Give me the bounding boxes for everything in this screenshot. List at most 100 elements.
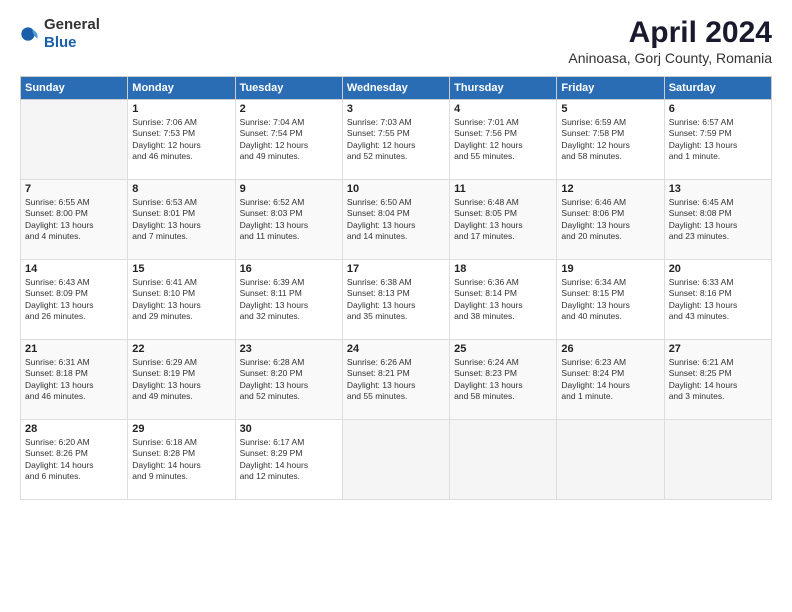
day-cell: 17 Sunrise: 6:38 AM Sunset: 8:13 PM Dayli…: [342, 260, 449, 340]
day-number: 21: [25, 343, 123, 355]
week-row-5: 28Sunrise: 6:20 AM Sunset: 8:26 PM Dayli…: [21, 420, 772, 500]
day-cell: 19 Sunrise: 6:34 AM Sunset: 8:15 PM Dayli…: [557, 260, 664, 340]
day-number: 12: [561, 183, 659, 195]
day-number: 17: [347, 263, 445, 275]
day-number: 4: [454, 103, 552, 115]
day-header-wednesday: Wednesday: [342, 77, 449, 100]
day-cell: 25Sunrise: 6:24 AM Sunset: 8:23 PM Dayli…: [450, 340, 557, 420]
day-number: 14: [25, 263, 123, 275]
day-cell: 10 Sunrise: 6:50 AM Sunset: 8:04 PM Dayli…: [342, 180, 449, 260]
day-info: Sunrise: 7:04 AM Sunset: 7:54 PM Dayligh…: [240, 117, 338, 163]
day-cell: [557, 420, 664, 500]
day-cell: 29 Sunrise: 6:18 AM Sunset: 8:28 PM Dayli…: [128, 420, 235, 500]
day-number: 1: [132, 103, 230, 115]
day-info: Sunrise: 7:06 AM Sunset: 7:53 PM Dayligh…: [132, 117, 230, 163]
calendar-page: General Blue April 2024 Aninoasa, Gorj C…: [0, 0, 792, 612]
day-cell: 15 Sunrise: 6:41 AM Sunset: 8:10 PM Dayli…: [128, 260, 235, 340]
day-number: 13: [669, 183, 767, 195]
day-header-sunday: Sunday: [21, 77, 128, 100]
day-number: 26: [561, 343, 659, 355]
day-info: Sunrise: 6:20 AM Sunset: 8:26 PM Dayligh…: [25, 437, 123, 483]
day-cell: 9 Sunrise: 6:52 AM Sunset: 8:03 PM Daylig…: [235, 180, 342, 260]
day-number: 10: [347, 183, 445, 195]
day-number: 2: [240, 103, 338, 115]
day-header-friday: Friday: [557, 77, 664, 100]
day-number: 29: [132, 423, 230, 435]
day-cell: 13 Sunrise: 6:45 AM Sunset: 8:08 PM Dayli…: [664, 180, 771, 260]
day-cell: 24 Sunrise: 6:26 AM Sunset: 8:21 PM Dayli…: [342, 340, 449, 420]
logo: General Blue: [20, 16, 100, 52]
logo-icon: [20, 24, 40, 44]
calendar-table: SundayMondayTuesdayWednesdayThursdayFrid…: [20, 76, 772, 500]
day-number: 16: [240, 263, 338, 275]
day-number: 6: [669, 103, 767, 115]
day-number: 18: [454, 263, 552, 275]
day-cell: [450, 420, 557, 500]
title-block: April 2024 Aninoasa, Gorj County, Romani…: [568, 16, 772, 66]
day-cell: 23 Sunrise: 6:28 AM Sunset: 8:20 PM Dayli…: [235, 340, 342, 420]
subtitle: Aninoasa, Gorj County, Romania: [568, 50, 772, 66]
day-cell: 27 Sunrise: 6:21 AM Sunset: 8:25 PM Dayli…: [664, 340, 771, 420]
day-info: Sunrise: 6:53 AM Sunset: 8:01 PM Dayligh…: [132, 197, 230, 243]
day-number: 8: [132, 183, 230, 195]
day-cell: 14 Sunrise: 6:43 AM Sunset: 8:09 PM Dayli…: [21, 260, 128, 340]
day-number: 11: [454, 183, 552, 195]
day-info: Sunrise: 6:57 AM Sunset: 7:59 PM Dayligh…: [669, 117, 767, 163]
day-header-tuesday: Tuesday: [235, 77, 342, 100]
day-info: Sunrise: 6:59 AM Sunset: 7:58 PM Dayligh…: [561, 117, 659, 163]
main-title: April 2024: [568, 16, 772, 50]
day-cell: 12Sunrise: 6:46 AM Sunset: 8:06 PM Dayli…: [557, 180, 664, 260]
day-info: Sunrise: 6:21 AM Sunset: 8:25 PM Dayligh…: [669, 357, 767, 403]
day-info: Sunrise: 6:38 AM Sunset: 8:13 PM Dayligh…: [347, 277, 445, 323]
day-info: Sunrise: 6:28 AM Sunset: 8:20 PM Dayligh…: [240, 357, 338, 403]
day-info: Sunrise: 6:31 AM Sunset: 8:18 PM Dayligh…: [25, 357, 123, 403]
day-info: Sunrise: 6:43 AM Sunset: 8:09 PM Dayligh…: [25, 277, 123, 323]
day-header-saturday: Saturday: [664, 77, 771, 100]
day-info: Sunrise: 6:17 AM Sunset: 8:29 PM Dayligh…: [240, 437, 338, 483]
day-info: Sunrise: 6:39 AM Sunset: 8:11 PM Dayligh…: [240, 277, 338, 323]
week-row-3: 14 Sunrise: 6:43 AM Sunset: 8:09 PM Dayli…: [21, 260, 772, 340]
day-number: 22: [132, 343, 230, 355]
day-number: 7: [25, 183, 123, 195]
header: General Blue April 2024 Aninoasa, Gorj C…: [20, 16, 772, 66]
day-info: Sunrise: 6:48 AM Sunset: 8:05 PM Dayligh…: [454, 197, 552, 243]
day-info: Sunrise: 6:50 AM Sunset: 8:04 PM Dayligh…: [347, 197, 445, 243]
day-header-monday: Monday: [128, 77, 235, 100]
day-number: 3: [347, 103, 445, 115]
day-cell: 18 Sunrise: 6:36 AM Sunset: 8:14 PM Dayli…: [450, 260, 557, 340]
day-cell: 3 Sunrise: 7:03 AM Sunset: 7:55 PM Daylig…: [342, 100, 449, 180]
day-number: 23: [240, 343, 338, 355]
day-number: 9: [240, 183, 338, 195]
day-cell: 16 Sunrise: 6:39 AM Sunset: 8:11 PM Dayli…: [235, 260, 342, 340]
day-cell: 7 Sunrise: 6:55 AM Sunset: 8:00 PM Daylig…: [21, 180, 128, 260]
day-cell: 8 Sunrise: 6:53 AM Sunset: 8:01 PM Daylig…: [128, 180, 235, 260]
day-cell: 11 Sunrise: 6:48 AM Sunset: 8:05 PM Dayli…: [450, 180, 557, 260]
day-info: Sunrise: 7:03 AM Sunset: 7:55 PM Dayligh…: [347, 117, 445, 163]
day-info: Sunrise: 6:45 AM Sunset: 8:08 PM Dayligh…: [669, 197, 767, 243]
day-number: 19: [561, 263, 659, 275]
day-number: 25: [454, 343, 552, 355]
day-cell: 21 Sunrise: 6:31 AM Sunset: 8:18 PM Dayli…: [21, 340, 128, 420]
day-cell: [664, 420, 771, 500]
day-cell: 4Sunrise: 7:01 AM Sunset: 7:56 PM Daylig…: [450, 100, 557, 180]
logo-blue: Blue: [44, 34, 77, 51]
day-number: 30: [240, 423, 338, 435]
day-info: Sunrise: 6:34 AM Sunset: 8:15 PM Dayligh…: [561, 277, 659, 323]
day-number: 27: [669, 343, 767, 355]
day-number: 24: [347, 343, 445, 355]
day-number: 15: [132, 263, 230, 275]
day-cell: 5 Sunrise: 6:59 AM Sunset: 7:58 PM Daylig…: [557, 100, 664, 180]
day-info: Sunrise: 6:52 AM Sunset: 8:03 PM Dayligh…: [240, 197, 338, 243]
day-cell: 1 Sunrise: 7:06 AM Sunset: 7:53 PM Daylig…: [128, 100, 235, 180]
day-cell: 22Sunrise: 6:29 AM Sunset: 8:19 PM Dayli…: [128, 340, 235, 420]
week-row-4: 21 Sunrise: 6:31 AM Sunset: 8:18 PM Dayli…: [21, 340, 772, 420]
day-info: Sunrise: 6:18 AM Sunset: 8:28 PM Dayligh…: [132, 437, 230, 483]
day-info: Sunrise: 6:26 AM Sunset: 8:21 PM Dayligh…: [347, 357, 445, 403]
day-number: 20: [669, 263, 767, 275]
day-cell: 6 Sunrise: 6:57 AM Sunset: 7:59 PM Daylig…: [664, 100, 771, 180]
day-info: Sunrise: 6:36 AM Sunset: 8:14 PM Dayligh…: [454, 277, 552, 323]
day-info: Sunrise: 6:41 AM Sunset: 8:10 PM Dayligh…: [132, 277, 230, 323]
day-number: 5: [561, 103, 659, 115]
day-cell: 30 Sunrise: 6:17 AM Sunset: 8:29 PM Dayli…: [235, 420, 342, 500]
day-info: Sunrise: 6:55 AM Sunset: 8:00 PM Dayligh…: [25, 197, 123, 243]
